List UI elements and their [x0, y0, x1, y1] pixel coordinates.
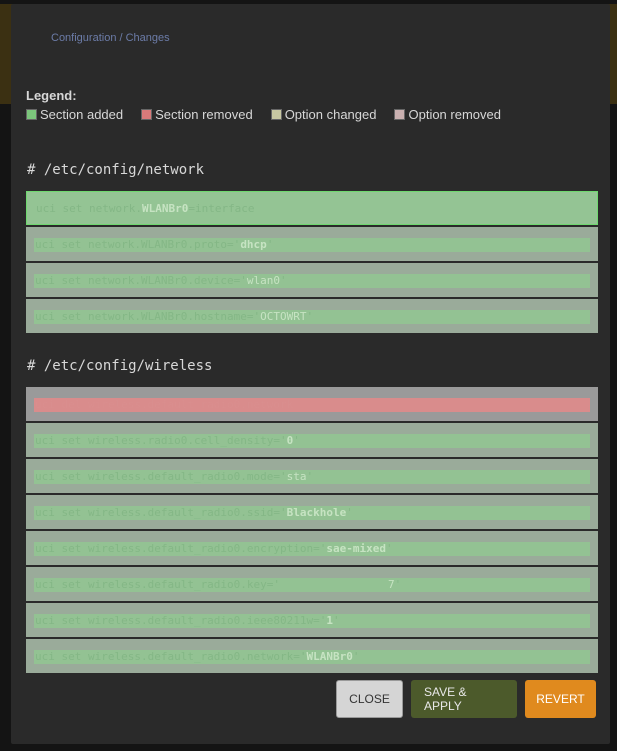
legend-label: Option removed	[408, 107, 501, 122]
network-changes: uci set network.WLANBr0=interface uci se…	[26, 191, 598, 333]
file-title-wireless: # /etc/config/wireless	[27, 358, 213, 374]
revert-button[interactable]: REVERT	[525, 680, 596, 718]
legend: Legend: Section added Section removed Op…	[26, 88, 596, 148]
save-apply-button[interactable]: SAVE & APPLY	[411, 680, 517, 718]
change-line-text: uci set wireless.default_radio0.ssid='Bl…	[35, 505, 353, 519]
option-removed-swatch	[394, 109, 406, 120]
redacted-key	[280, 578, 389, 591]
changes-dialog: Configuration / Changes Legend: Section …	[11, 4, 610, 744]
change-line: uci set network.WLANBr0.hostname='OCTOWR…	[26, 297, 598, 333]
change-line: uci set network.WLANBr0.device='wlan0'	[26, 261, 598, 297]
change-line-text: uci set network.WLANBr0.device='wlan0'	[35, 273, 287, 287]
change-line: uci set wireless.default_radio0.key=' 7'	[26, 565, 598, 601]
legend-item-option-changed: Option changed	[270, 107, 377, 122]
legend-label: Option changed	[284, 107, 377, 122]
legend-items: Section added Section removed Option cha…	[26, 107, 596, 122]
legend-item-section-removed: Section removed	[141, 107, 253, 122]
change-line-text: uci set network.WLANBr0=interface	[36, 201, 255, 215]
change-line-text: uci set wireless.default_radio0.ieee8021…	[35, 613, 340, 627]
dialog-actions: CLOSE SAVE & APPLY REVERT	[336, 680, 596, 718]
change-line: uci set wireless.default_radio0.mode='st…	[26, 457, 598, 493]
legend-label: Section added	[40, 107, 124, 122]
change-line: uci del wireless.default_radio0.network	[26, 387, 598, 421]
change-line-text: uci set network.WLANBr0.hostname='OCTOWR…	[35, 309, 314, 323]
change-line-text: uci set wireless.default_radio0.key=' 7'	[35, 577, 402, 591]
option-changed-swatch	[270, 109, 282, 120]
change-line: uci set network.WLANBr0=interface	[26, 191, 598, 225]
change-line-text: uci set wireless.radio0.cell_density='0'	[35, 433, 300, 447]
change-line-text: uci set wireless.default_radio0.encrypti…	[35, 541, 393, 555]
change-line: uci set network.WLANBr0.proto='dhcp'	[26, 225, 598, 261]
change-line: uci set wireless.default_radio0.ssid='Bl…	[26, 493, 598, 529]
legend-item-section-added: Section added	[26, 107, 123, 122]
change-line: uci set wireless.radio0.cell_density='0'	[26, 421, 598, 457]
legend-item-option-removed: Option removed	[394, 107, 501, 122]
change-line-text: uci set wireless.default_radio0.network=…	[35, 649, 360, 663]
change-line: uci set wireless.default_radio0.network=…	[26, 637, 598, 673]
change-line-text: uci set wireless.default_radio0.mode='st…	[35, 469, 314, 483]
close-button[interactable]: CLOSE	[336, 680, 403, 718]
section-added-swatch	[26, 109, 37, 120]
file-title-network: # /etc/config/network	[27, 162, 205, 178]
breadcrumb: Configuration / Changes	[51, 32, 170, 44]
wireless-changes: uci del wireless.default_radio0.network …	[26, 387, 598, 673]
legend-label: Section removed	[155, 107, 253, 122]
change-line-text: uci set network.WLANBr0.proto='dhcp'	[35, 237, 274, 251]
change-line-text: uci del wireless.default_radio0.network	[35, 397, 294, 411]
section-removed-swatch	[141, 109, 153, 120]
change-line: uci set wireless.default_radio0.ieee8021…	[26, 601, 598, 637]
change-line: uci set wireless.default_radio0.encrypti…	[26, 529, 598, 565]
legend-title: Legend:	[26, 88, 77, 103]
